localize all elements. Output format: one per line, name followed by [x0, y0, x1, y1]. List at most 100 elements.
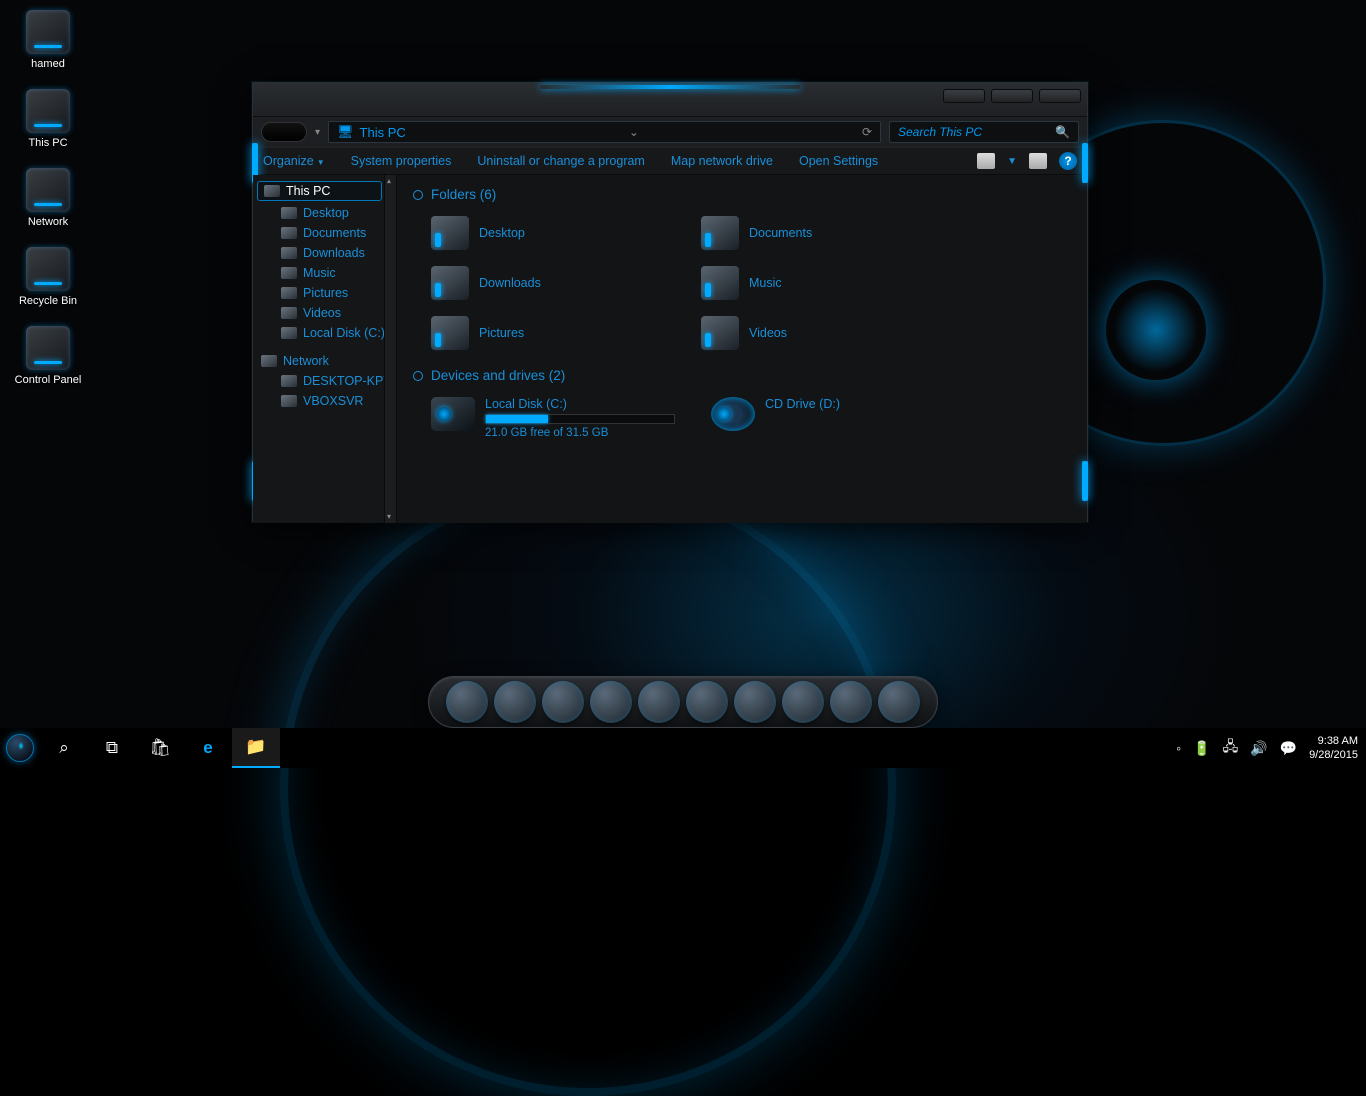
- network-icon: [261, 355, 277, 367]
- tree-pictures[interactable]: Pictures: [253, 283, 396, 303]
- tree-documents[interactable]: Documents: [253, 223, 396, 243]
- dock-item-6[interactable]: [686, 681, 728, 723]
- start-button[interactable]: [0, 728, 40, 768]
- nav-back-forward[interactable]: [261, 122, 307, 142]
- maximize-button[interactable]: [991, 89, 1033, 103]
- dock-item-1[interactable]: [446, 681, 488, 723]
- folder-videos[interactable]: Videos: [697, 312, 947, 354]
- drive-cd[interactable]: CD Drive (D:): [707, 393, 967, 443]
- refresh-icon[interactable]: ⟳: [862, 125, 872, 139]
- desktop-icons-column: hamed This PC Network Recycle Bin Contro…: [10, 10, 90, 405]
- network-tray-icon[interactable]: 🖧: [1223, 736, 1239, 760]
- folder-music[interactable]: Music: [697, 262, 947, 304]
- desktop-icon-recycle-bin[interactable]: Recycle Bin: [10, 247, 86, 308]
- folder-documents[interactable]: Documents: [697, 212, 947, 254]
- uninstall-program-button[interactable]: Uninstall or change a program: [477, 154, 644, 168]
- desktop-icon-control-panel[interactable]: Control Panel: [10, 326, 86, 387]
- clock-time: 9:38 AM: [1309, 734, 1358, 748]
- organize-menu[interactable]: Organize▼: [263, 154, 325, 168]
- dock-item-alien1[interactable]: [830, 681, 872, 723]
- store-button[interactable]: 🛍: [136, 728, 184, 768]
- system-tray: ◦ 🔋 🖧 🔊 💬 9:38 AM 9/28/2015: [1176, 734, 1366, 762]
- search-icon: ⌕: [59, 738, 69, 758]
- computer-icon: [264, 185, 280, 197]
- dock-item-2[interactable]: [494, 681, 536, 723]
- search-placeholder: Search This PC: [898, 125, 982, 139]
- command-toolbar: Organize▼ System properties Uninstall or…: [253, 147, 1087, 175]
- dock-item-clock[interactable]: [782, 681, 824, 723]
- desktop-icon-this-pc[interactable]: This PC: [10, 89, 86, 150]
- preview-pane-button[interactable]: [1029, 153, 1047, 169]
- window-titlebar[interactable]: [253, 83, 1087, 117]
- tree-network-pc2[interactable]: VBOXSVR: [253, 391, 396, 411]
- edge-icon: e: [203, 738, 212, 758]
- map-network-drive-button[interactable]: Map network drive: [671, 154, 773, 168]
- computer-icon: 🖥: [337, 124, 354, 140]
- dock-launcher: [428, 676, 938, 728]
- folder-icon: [701, 316, 739, 350]
- folder-icon: [431, 216, 469, 250]
- action-center-icon[interactable]: 💬: [1280, 740, 1297, 757]
- cd-drive-icon: [711, 397, 755, 431]
- taskbar: ⌕ ⧉ 🛍 e 📁 ◦ 🔋 🖧 🔊 💬 9:38 AM 9/28/2015: [0, 728, 1366, 768]
- dock-item-alien2[interactable]: [878, 681, 920, 723]
- edge-button[interactable]: e: [184, 728, 232, 768]
- folders-section-header[interactable]: Folders (6): [413, 187, 1071, 202]
- address-dropdown-icon[interactable]: ⌄: [629, 125, 639, 139]
- disk-usage-bar: [485, 414, 675, 424]
- minimize-button[interactable]: [943, 89, 985, 103]
- address-row: ▾ 🖥 This PC ⌄ ⟳ Search This PC 🔍: [253, 117, 1087, 147]
- help-button[interactable]: ?: [1059, 152, 1077, 170]
- drive-local-disk[interactable]: Local Disk (C:) 21.0 GB free of 31.5 GB: [427, 393, 687, 443]
- tray-overflow-icon[interactable]: ◦: [1176, 740, 1181, 756]
- tree-this-pc[interactable]: This PC: [257, 181, 382, 201]
- task-view-button[interactable]: ⧉: [88, 728, 136, 768]
- tree-music[interactable]: Music: [253, 263, 396, 283]
- hard-disk-icon: [431, 397, 475, 431]
- folder-icon: [431, 266, 469, 300]
- folder-icon: 📁: [245, 737, 266, 757]
- tree-network-pc1[interactable]: DESKTOP-KPT: [253, 371, 396, 391]
- tree-network[interactable]: Network: [253, 351, 396, 371]
- desktop-icon-user[interactable]: hamed: [10, 10, 86, 71]
- tree-scrollbar[interactable]: [384, 175, 396, 523]
- dock-item-7[interactable]: [734, 681, 776, 723]
- battery-icon[interactable]: 🔋: [1193, 740, 1210, 757]
- folder-desktop[interactable]: Desktop: [427, 212, 677, 254]
- search-icon: 🔍: [1055, 125, 1070, 139]
- address-bar[interactable]: 🖥 This PC ⌄ ⟳: [328, 121, 881, 143]
- history-dropdown-icon[interactable]: ▾: [315, 127, 320, 138]
- clock-date: 9/28/2015: [1309, 748, 1358, 762]
- search-input[interactable]: Search This PC 🔍: [889, 121, 1079, 143]
- folder-pictures[interactable]: Pictures: [427, 312, 677, 354]
- tree-desktop[interactable]: Desktop: [253, 203, 396, 223]
- folder-icon: [701, 266, 739, 300]
- folder-icon: [701, 216, 739, 250]
- dock-item-5[interactable]: [638, 681, 680, 723]
- view-dropdown-icon[interactable]: ▼: [1007, 156, 1017, 167]
- content-pane: Folders (6) Desktop Documents Downloads …: [397, 175, 1087, 523]
- taskbar-clock[interactable]: 9:38 AM 9/28/2015: [1309, 734, 1358, 762]
- start-orb-icon: [6, 734, 34, 762]
- open-settings-button[interactable]: Open Settings: [799, 154, 878, 168]
- folder-downloads[interactable]: Downloads: [427, 262, 677, 304]
- view-options-button[interactable]: [977, 153, 995, 169]
- tree-videos[interactable]: Videos: [253, 303, 396, 323]
- close-button[interactable]: [1039, 89, 1081, 103]
- system-properties-button[interactable]: System properties: [351, 154, 452, 168]
- drives-section-header[interactable]: Devices and drives (2): [413, 368, 1071, 383]
- navigation-tree: This PC Desktop Documents Downloads Musi…: [253, 175, 397, 523]
- search-button[interactable]: ⌕: [40, 728, 88, 768]
- desktop-icon-network[interactable]: Network: [10, 168, 86, 229]
- tree-downloads[interactable]: Downloads: [253, 243, 396, 263]
- volume-icon[interactable]: 🔊: [1250, 740, 1267, 757]
- task-view-icon: ⧉: [106, 738, 118, 758]
- tree-local-disk[interactable]: Local Disk (C:): [253, 323, 396, 343]
- dock-item-3[interactable]: [542, 681, 584, 723]
- explorer-button[interactable]: 📁: [232, 728, 280, 768]
- collapse-icon: [413, 190, 423, 200]
- collapse-icon: [413, 371, 423, 381]
- explorer-window: ▾ 🖥 This PC ⌄ ⟳ Search This PC 🔍 Organiz…: [252, 82, 1088, 522]
- dock-item-4[interactable]: [590, 681, 632, 723]
- store-icon: 🛍: [149, 738, 171, 758]
